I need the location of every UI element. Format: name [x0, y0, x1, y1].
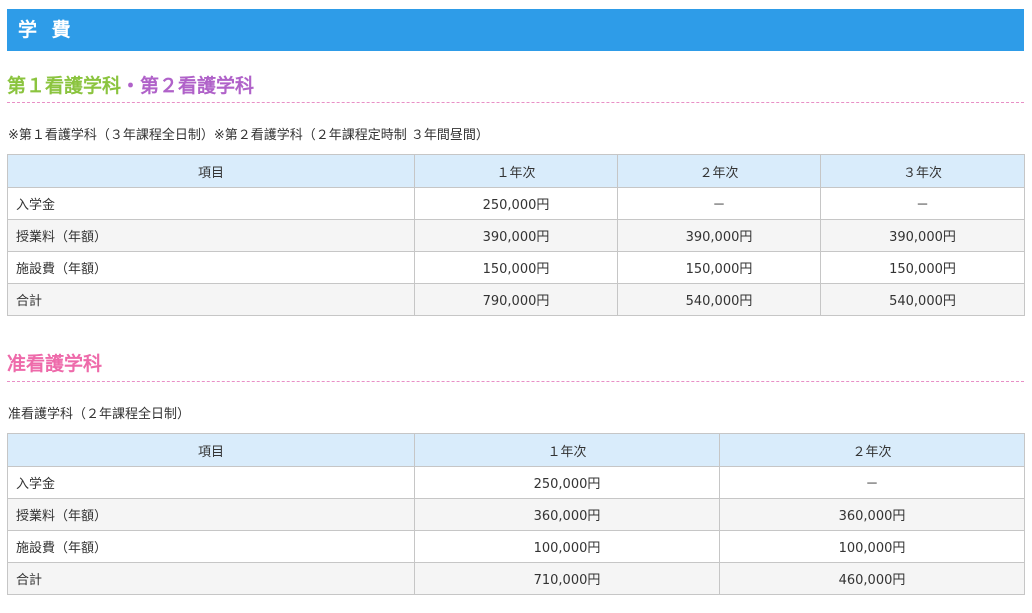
table-row: 合計 710,000円 460,000円	[7, 562, 1025, 595]
fee-table-associate-nursing: 項目 １年次 ２年次 入学金 250,000円 － 授業料（年額） 360,00…	[7, 433, 1025, 595]
table-row: 施設費（年額） 150,000円 150,000円 150,000円	[7, 251, 1025, 284]
table-cell: 250,000円	[414, 187, 618, 220]
section-title-text: 准看護学科	[7, 353, 103, 375]
table-cell: 460,000円	[719, 562, 1025, 595]
fee-table-nursing-1-2: 項目 １年次 ２年次 ３年次 入学金 250,000円 － － 授業料（年額） …	[7, 154, 1025, 316]
table-row: 合計 790,000円 540,000円 540,000円	[7, 283, 1025, 316]
column-header: ３年次	[820, 154, 1025, 188]
table-cell: 390,000円	[820, 219, 1025, 252]
column-header: 項目	[7, 433, 415, 467]
row-label: 授業料（年額）	[7, 219, 415, 252]
column-header: ２年次	[719, 433, 1025, 467]
table-cell: 150,000円	[820, 251, 1025, 284]
table-row: 授業料（年額） 390,000円 390,000円 390,000円	[7, 219, 1025, 252]
column-header: １年次	[414, 154, 618, 188]
table-row: 入学金 250,000円 －	[7, 466, 1025, 499]
table-cell: 150,000円	[617, 251, 821, 284]
table-cell: 100,000円	[414, 530, 720, 563]
table-cell: －	[617, 187, 821, 220]
table-header-row: 項目 １年次 ２年次	[7, 433, 1025, 467]
column-header: １年次	[414, 433, 720, 467]
table-header-row: 項目 １年次 ２年次 ３年次	[7, 154, 1025, 188]
table-cell: －	[719, 466, 1025, 499]
table-cell: 100,000円	[719, 530, 1025, 563]
table-row: 授業料（年額） 360,000円 360,000円	[7, 498, 1025, 531]
table-row: 施設費（年額） 100,000円 100,000円	[7, 530, 1025, 563]
section-title-associate-nursing: 准看護学科	[7, 349, 1024, 382]
row-label: 施設費（年額）	[7, 251, 415, 284]
row-label: 合計	[7, 562, 415, 595]
row-label: 合計	[7, 283, 415, 316]
section-title-part-2: 第２看護学科	[140, 75, 255, 97]
section-note: ※第１看護学科（３年課程全日制）※第２看護学科（２年課程定時制 ３年間昼間）	[8, 128, 489, 143]
section-title-separator: ・	[121, 75, 141, 97]
column-header: 項目	[7, 154, 415, 188]
section-note: 准看護学科（２年課程全日制）	[8, 407, 191, 422]
table-cell: －	[820, 187, 1025, 220]
table-cell: 150,000円	[414, 251, 618, 284]
table-cell: 540,000円	[617, 283, 821, 316]
page-title: 学 費	[7, 9, 1024, 51]
table-cell: 360,000円	[414, 498, 720, 531]
table-cell: 390,000円	[414, 219, 618, 252]
row-label: 入学金	[7, 466, 415, 499]
table-cell: 710,000円	[414, 562, 720, 595]
row-label: 入学金	[7, 187, 415, 220]
table-cell: 790,000円	[414, 283, 618, 316]
tuition-page: 学 費 第１看護学科・第２看護学科 ※第１看護学科（３年課程全日制）※第２看護学…	[0, 0, 1032, 613]
table-cell: 540,000円	[820, 283, 1025, 316]
column-header: ２年次	[617, 154, 821, 188]
table-cell: 250,000円	[414, 466, 720, 499]
section-title-part-1: 第１看護学科	[7, 75, 122, 97]
table-cell: 390,000円	[617, 219, 821, 252]
row-label: 施設費（年額）	[7, 530, 415, 563]
row-label: 授業料（年額）	[7, 498, 415, 531]
section-title-nursing-1-2: 第１看護学科・第２看護学科	[7, 71, 1024, 103]
table-row: 入学金 250,000円 － －	[7, 187, 1025, 220]
table-cell: 360,000円	[719, 498, 1025, 531]
